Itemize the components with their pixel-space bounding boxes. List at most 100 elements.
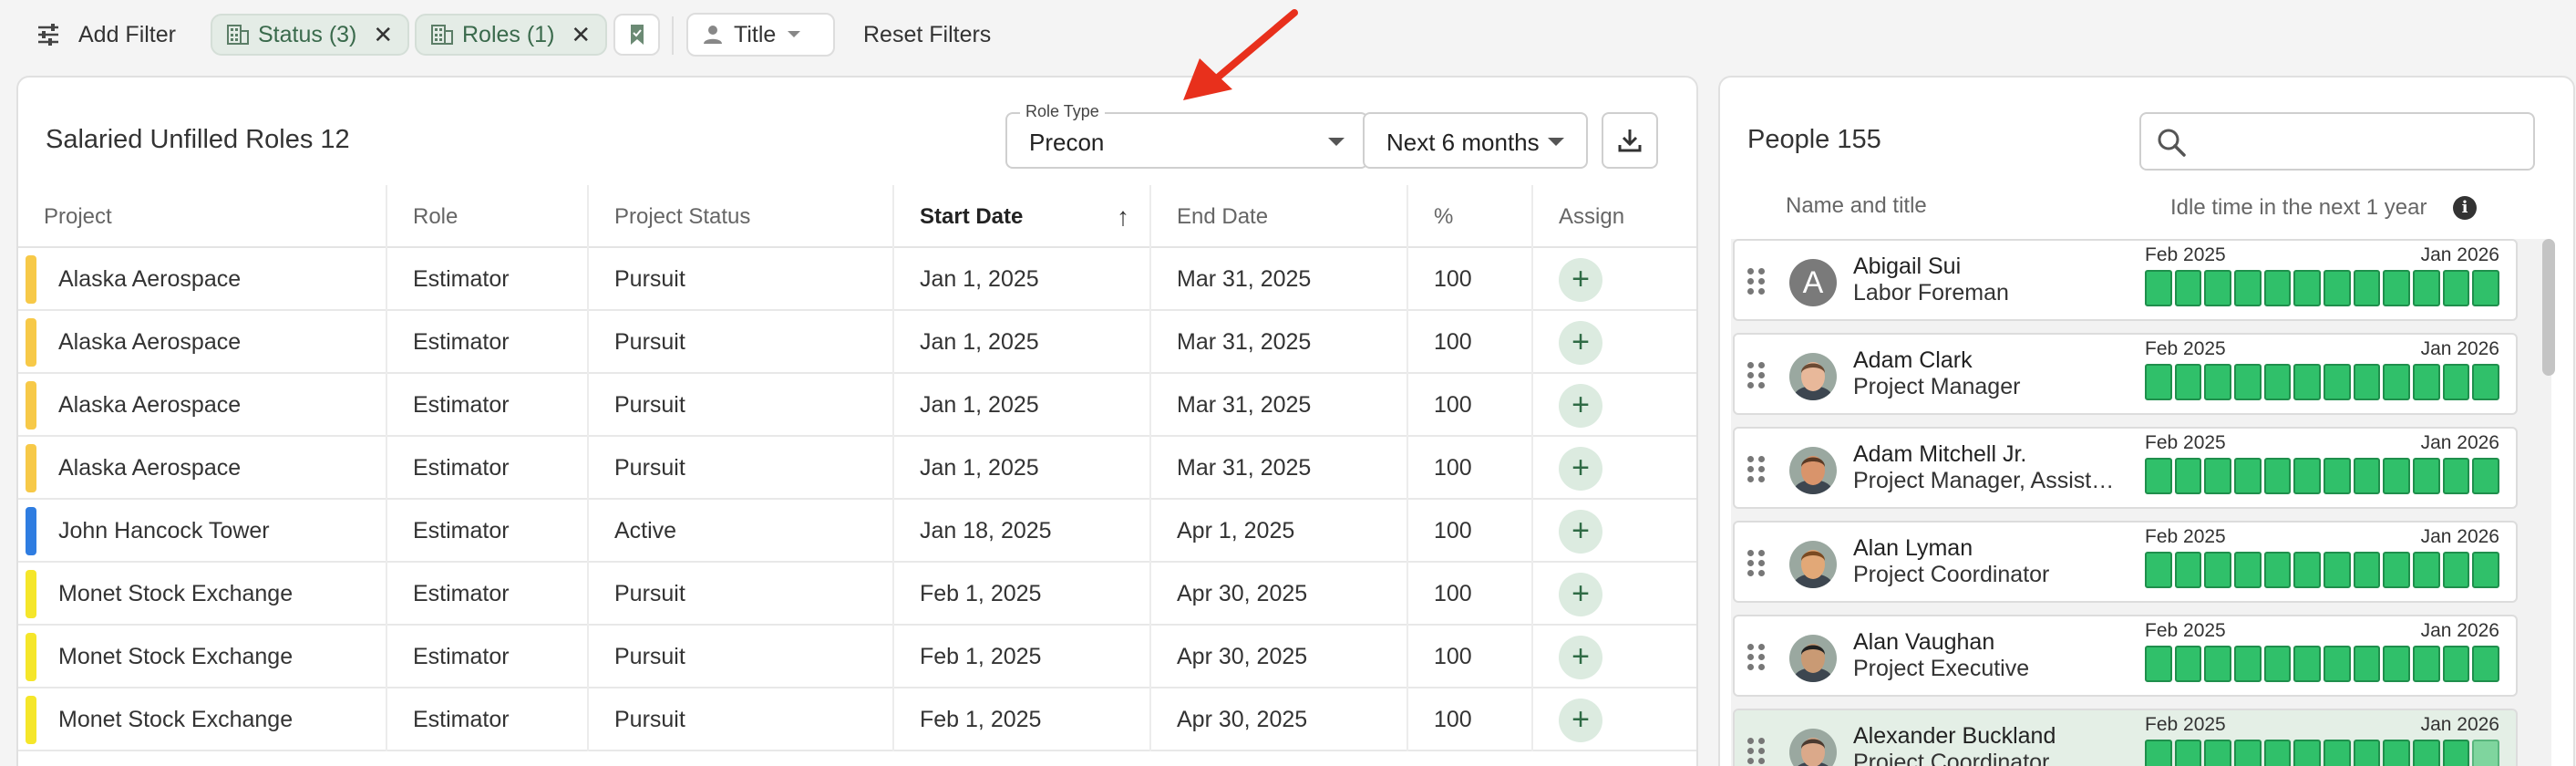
drag-handle-icon[interactable] (1747, 268, 1766, 295)
idle-month-cell[interactable] (2472, 552, 2500, 588)
column-header-percent[interactable]: % (1408, 185, 1533, 248)
idle-month-cell[interactable] (2324, 458, 2351, 494)
idle-month-cell[interactable] (2174, 270, 2202, 306)
idle-month-cell[interactable] (2383, 740, 2411, 766)
idle-month-cell[interactable] (2145, 740, 2172, 766)
idle-month-cell[interactable] (2324, 552, 2351, 588)
idle-month-cell[interactable] (2204, 740, 2232, 766)
idle-month-cell[interactable] (2204, 552, 2232, 588)
close-icon[interactable]: ✕ (373, 21, 393, 49)
drag-handle-icon[interactable] (1747, 644, 1766, 671)
idle-month-cell[interactable] (2145, 646, 2172, 682)
idle-month-cell[interactable] (2263, 740, 2292, 766)
person-card[interactable]: Alan Vaughan Project Executive Feb 2025 Jan… (1733, 615, 2518, 697)
idle-month-cell[interactable] (2442, 552, 2470, 588)
reset-filters-button[interactable]: Reset Filters (863, 18, 991, 51)
idle-month-cell[interactable] (2204, 270, 2232, 306)
column-header-project-status[interactable]: Project Status (589, 185, 894, 248)
add-filter-button[interactable]: Add Filter (36, 18, 176, 51)
idle-month-cell[interactable] (2413, 364, 2440, 400)
idle-month-cell[interactable] (2174, 646, 2202, 682)
idle-month-cell[interactable] (2472, 646, 2500, 682)
people-list-scrollbar[interactable] (2542, 239, 2555, 376)
assign-button[interactable]: + (1559, 573, 1602, 616)
idle-month-cell[interactable] (2472, 740, 2500, 766)
assign-button[interactable]: + (1559, 447, 1602, 491)
idle-month-cell[interactable] (2234, 740, 2262, 766)
info-icon[interactable]: i (2453, 196, 2477, 220)
idle-month-cell[interactable] (2293, 458, 2322, 494)
idle-month-cell[interactable] (2293, 270, 2322, 306)
idle-month-cell[interactable] (2234, 552, 2262, 588)
idle-month-cell[interactable] (2413, 740, 2440, 766)
assign-button[interactable]: + (1559, 258, 1602, 302)
idle-month-cell[interactable] (2442, 270, 2470, 306)
drag-handle-icon[interactable] (1747, 550, 1766, 577)
idle-month-cell[interactable] (2293, 552, 2322, 588)
idle-month-cell[interactable] (2145, 458, 2172, 494)
idle-month-cell[interactable] (2383, 552, 2411, 588)
idle-month-cell[interactable] (2204, 646, 2232, 682)
idle-month-cell[interactable] (2263, 458, 2292, 494)
person-card[interactable]: Alan Lyman Project Coordinator Feb 2025 Jan… (1733, 521, 2518, 603)
idle-month-cell[interactable] (2353, 646, 2381, 682)
column-header-role[interactable]: Role (387, 185, 589, 248)
download-button[interactable] (1602, 112, 1658, 169)
idle-month-cell[interactable] (2293, 364, 2322, 400)
person-card[interactable]: Alexander Buckland Project Coordinator Feb… (1733, 709, 2518, 766)
assign-button[interactable]: + (1559, 699, 1602, 742)
idle-month-cell[interactable] (2263, 646, 2292, 682)
sort-ascending-icon[interactable]: ↑ (1117, 185, 1129, 248)
idle-month-cell[interactable] (2234, 270, 2262, 306)
title-select[interactable]: Title (686, 13, 835, 57)
period-select[interactable]: Next 6 months (1363, 112, 1588, 169)
idle-month-cell[interactable] (2413, 458, 2440, 494)
filter-chip-roles[interactable]: Roles (1) ✕ (415, 14, 608, 56)
idle-month-cell[interactable] (2353, 458, 2381, 494)
idle-month-cell[interactable] (2383, 646, 2411, 682)
idle-month-cell[interactable] (2353, 270, 2381, 306)
idle-month-cell[interactable] (2234, 364, 2262, 400)
drag-handle-icon[interactable] (1747, 738, 1766, 765)
idle-month-cell[interactable] (2324, 740, 2351, 766)
idle-month-cell[interactable] (2204, 364, 2232, 400)
assign-button[interactable]: + (1559, 384, 1602, 428)
idle-month-cell[interactable] (2383, 364, 2411, 400)
role-type-select[interactable]: Role Type Precon (1005, 102, 1368, 169)
idle-month-cell[interactable] (2234, 458, 2262, 494)
idle-month-cell[interactable] (2442, 458, 2470, 494)
assign-button[interactable]: + (1559, 321, 1602, 365)
idle-month-cell[interactable] (2174, 740, 2202, 766)
drag-handle-icon[interactable] (1747, 456, 1766, 483)
person-card[interactable]: Adam Clark Project Manager Feb 2025 Jan 202… (1733, 333, 2518, 415)
drag-handle-icon[interactable] (1747, 362, 1766, 389)
idle-month-cell[interactable] (2442, 646, 2470, 682)
idle-month-cell[interactable] (2174, 458, 2202, 494)
idle-month-cell[interactable] (2413, 646, 2440, 682)
person-card[interactable]: A Abigail Sui Labor Foreman Feb 2025 Jan 202… (1733, 239, 2518, 321)
idle-month-cell[interactable] (2472, 270, 2500, 306)
idle-month-cell[interactable] (2145, 364, 2172, 400)
idle-month-cell[interactable] (2263, 270, 2292, 306)
idle-month-cell[interactable] (2293, 740, 2322, 766)
idle-month-cell[interactable] (2383, 270, 2411, 306)
idle-month-cell[interactable] (2353, 364, 2381, 400)
idle-month-cell[interactable] (2472, 458, 2500, 494)
idle-month-cell[interactable] (2174, 552, 2202, 588)
column-header-project[interactable]: Project (18, 185, 387, 248)
person-card[interactable]: Adam Mitchell Jr. Project Manager, Assist… (1733, 427, 2518, 509)
idle-month-cell[interactable] (2353, 552, 2381, 588)
idle-month-cell[interactable] (2413, 270, 2440, 306)
people-search-input[interactable] (2139, 112, 2535, 171)
idle-month-cell[interactable] (2472, 364, 2500, 400)
idle-month-cell[interactable] (2324, 270, 2351, 306)
idle-month-cell[interactable] (2145, 270, 2172, 306)
idle-month-cell[interactable] (2324, 646, 2351, 682)
idle-month-cell[interactable] (2263, 364, 2292, 400)
idle-month-cell[interactable] (2174, 364, 2202, 400)
idle-month-cell[interactable] (2204, 458, 2232, 494)
column-header-start-date[interactable]: Start Date ↑ (894, 185, 1151, 248)
idle-month-cell[interactable] (2383, 458, 2411, 494)
idle-month-cell[interactable] (2234, 646, 2262, 682)
assign-button[interactable]: + (1559, 510, 1602, 554)
